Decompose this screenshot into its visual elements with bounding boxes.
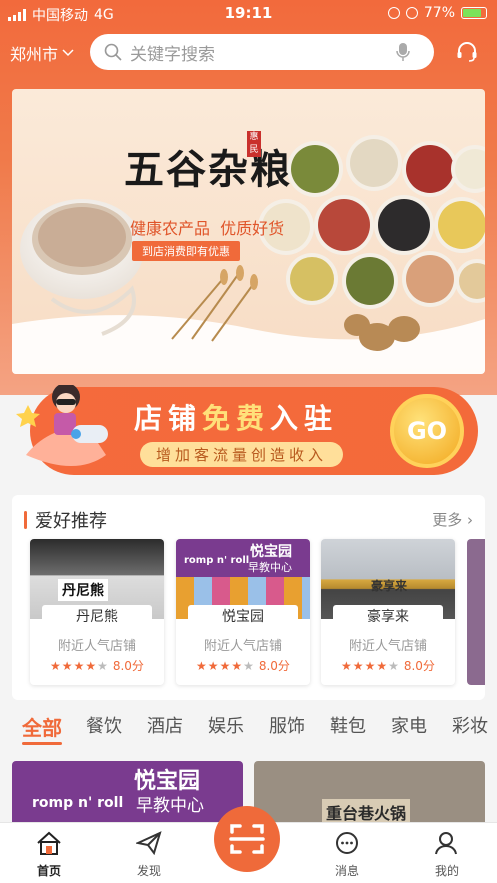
battery-icon <box>461 7 487 19</box>
alarm-icon <box>387 7 400 19</box>
shop-sign-sub: 早教中心 <box>248 561 292 574</box>
star-rating-icon: ★★★★★ <box>341 658 400 673</box>
shop-card[interactable]: romp n' roll 悦宝园 早教中心 悦宝园 附近人气店铺 ★★★★★ 8… <box>176 539 310 685</box>
promo-banner[interactable]: 五谷杂粮 惠民 健康农产品 优质好货 到店消费即有优惠 <box>12 89 485 374</box>
city-selector[interactable]: 郑州市 <box>10 41 74 65</box>
shop-name: 悦宝园 <box>188 605 298 629</box>
customer-service-icon[interactable] <box>455 40 479 64</box>
merchant-join-subtitle: 增加客流量创造收入 <box>140 442 344 467</box>
search-placeholder: 关键字搜索 <box>130 44 215 65</box>
chevron-right-icon: › <box>467 511 473 529</box>
feed-brand: romp n' roll <box>32 795 124 811</box>
shop-rating: ★★★★★ 8.0分 <box>321 657 455 674</box>
tab-all[interactable]: 全部 <box>22 712 62 741</box>
status-bar: 中国移动 4G 19:11 77% <box>0 0 497 28</box>
banner-title: 五谷杂粮 <box>124 146 292 193</box>
shop-subtitle: 附近人气店铺 <box>203 639 282 654</box>
shop-sign: 悦宝园 <box>250 544 292 560</box>
tab-messages[interactable]: 消息 <box>312 831 382 879</box>
shop-subtitle: 附近人气店铺 <box>348 639 427 654</box>
star-rating-icon: ★★★★★ <box>50 658 109 673</box>
merchant-join-title: 店铺免费入驻 <box>134 397 338 437</box>
shop-sign: 丹尼熊 <box>58 579 108 601</box>
microphone-icon[interactable] <box>396 42 410 62</box>
shop-brand: romp n' roll <box>184 555 250 566</box>
chat-icon <box>336 832 358 854</box>
shop-rating: ★★★★★ 8.0分 <box>30 657 164 674</box>
shop-score: 8.0分 <box>112 659 144 673</box>
search-input[interactable]: 关键字搜索 <box>90 34 434 70</box>
recommend-title-text: 爱好推荐 <box>35 511 107 532</box>
more-link[interactable]: 更多 › <box>432 509 473 530</box>
shop-sign: 豪享来 <box>371 579 408 593</box>
tab-messages-label: 消息 <box>334 864 359 878</box>
battery-percent: 77% <box>423 5 455 21</box>
scan-button[interactable] <box>214 806 280 872</box>
recommend-section: 爱好推荐 更多 › 丹尼熊 丹尼熊 附近人气店铺 ★★★★★ 8.0分 romp… <box>12 495 485 700</box>
tab-hotel[interactable]: 酒店 <box>147 712 183 738</box>
tab-home[interactable]: 首页 <box>14 831 84 879</box>
city-label: 郑州市 <box>10 45 59 64</box>
star-rating-icon: ★★★★★ <box>196 658 255 673</box>
title-accent-bar <box>24 511 27 529</box>
shop-score: 8.0分 <box>258 659 290 673</box>
user-icon <box>435 832 457 855</box>
search-icon <box>104 43 122 61</box>
more-label: 更多 <box>432 511 463 529</box>
paper-plane-icon <box>134 831 162 856</box>
tab-home-label: 首页 <box>36 864 61 878</box>
lock-rotation-icon <box>405 7 418 19</box>
chevron-down-icon <box>62 49 74 57</box>
banner-button: 到店消费即有优惠 <box>132 241 240 261</box>
shop-name: 豪享来 <box>333 605 443 629</box>
tab-cosmetics[interactable]: 彩妆 <box>452 712 488 738</box>
tab-entertainment[interactable]: 娱乐 <box>208 712 244 738</box>
shop-rating: ★★★★★ 8.0分 <box>176 657 310 674</box>
feed-card[interactable]: 重台巷火锅 <box>254 761 485 831</box>
tab-clothing[interactable]: 服饰 <box>269 712 305 738</box>
feed-card[interactable]: romp n' roll 悦宝园 早教中心 <box>12 761 243 831</box>
shop-card[interactable]: 豪享来 豪享来 附近人气店铺 ★★★★★ 8.0分 <box>321 539 455 685</box>
feed-subtitle: 早教中心 <box>136 796 204 816</box>
tab-discover[interactable]: 发现 <box>114 831 184 879</box>
scan-icon <box>229 824 265 854</box>
shop-score: 8.0分 <box>403 659 435 673</box>
merchant-join-title-a: 店铺 <box>134 402 203 435</box>
banner-seal: 惠民 <box>247 131 261 157</box>
tab-bags[interactable]: 鞋包 <box>330 712 366 738</box>
tab-discover-label: 发现 <box>136 864 161 878</box>
shop-card-peek[interactable] <box>467 539 485 685</box>
merchant-join-title-b: 免费 <box>202 402 271 435</box>
tab-dining[interactable]: 餐饮 <box>86 712 122 738</box>
go-button[interactable]: GO <box>390 394 464 468</box>
recommend-title: 爱好推荐 <box>24 507 107 533</box>
category-tabs: 全部 餐饮 酒店 娱乐 服饰 鞋包 家电 彩妆 <box>0 712 497 745</box>
shop-subtitle: 附近人气店铺 <box>57 639 136 654</box>
banner-tagline: 健康农产品 优质好货 <box>130 219 285 238</box>
merchant-join-banner[interactable]: 店铺免费入驻 增加客流量创造收入 GO <box>16 383 480 477</box>
shop-name: 丹尼熊 <box>42 605 152 629</box>
active-tab-indicator <box>22 742 62 745</box>
tab-profile[interactable]: 我的 <box>412 831 482 879</box>
merchant-join-title-c: 入驻 <box>270 402 339 435</box>
go-label: GO <box>406 417 448 445</box>
shop-card[interactable]: 丹尼熊 丹尼熊 附近人气店铺 ★★★★★ 8.0分 <box>30 539 164 685</box>
home-icon <box>37 831 61 855</box>
top-header: 郑州市 关键字搜索 <box>0 32 497 72</box>
tab-appliances[interactable]: 家电 <box>391 712 427 738</box>
tab-profile-label: 我的 <box>434 864 459 878</box>
